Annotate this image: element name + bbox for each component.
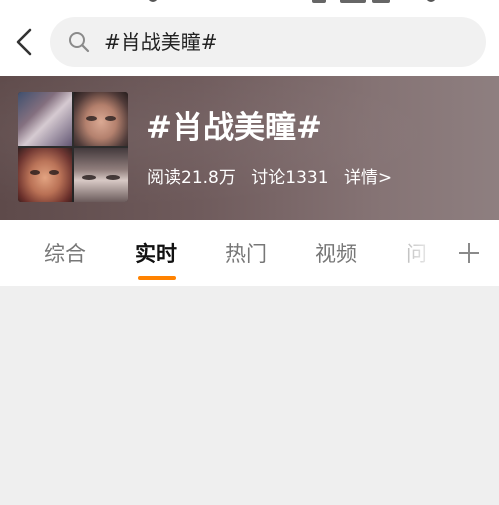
search-bar[interactable]: #肖战美瞳# (50, 17, 486, 67)
cover-photo-3 (18, 148, 72, 202)
cover-photo-2 (74, 92, 128, 146)
status-icon (340, 0, 366, 3)
tab-hot[interactable]: 热门 (225, 240, 267, 268)
page: #肖战美瞳# #肖战美瞳# 阅读21.8万 讨论1331 详情> 综合 实时 热… (0, 0, 499, 505)
tab-comprehensive[interactable]: 综合 (44, 240, 86, 268)
status-bar-remnant (0, 0, 499, 6)
tab-bar: 综合 实时 热门 视频 问 (0, 220, 499, 286)
back-button[interactable] (8, 24, 42, 60)
chevron-left-icon (16, 28, 32, 56)
tab-video[interactable]: 视频 (315, 240, 357, 268)
topic-title: #肖战美瞳# (146, 110, 322, 146)
tab-realtime[interactable]: 实时 (135, 240, 177, 268)
discussion-count: 讨论1331 (251, 168, 329, 188)
cover-photo-4 (74, 148, 128, 202)
active-tab-indicator (138, 276, 176, 280)
tab-overflow-fade (400, 220, 450, 286)
plus-icon (459, 243, 479, 263)
topic-cover-image[interactable] (18, 92, 128, 202)
status-icon (426, 0, 436, 2)
details-link[interactable]: 详情> (344, 168, 392, 188)
read-count: 阅读21.8万 (147, 168, 236, 188)
more-tabs-button[interactable] (458, 242, 480, 264)
topic-header (0, 76, 499, 220)
top-bar: #肖战美瞳# (0, 0, 499, 76)
cover-photo-1 (18, 92, 72, 146)
search-icon (69, 32, 90, 53)
feed-area (0, 286, 499, 505)
status-icon (372, 0, 390, 3)
status-icon (148, 0, 158, 2)
search-input[interactable]: #肖战美瞳# (104, 29, 218, 55)
topic-stats: 阅读21.8万 讨论1331 详情> (147, 166, 402, 190)
status-icon (312, 0, 326, 3)
